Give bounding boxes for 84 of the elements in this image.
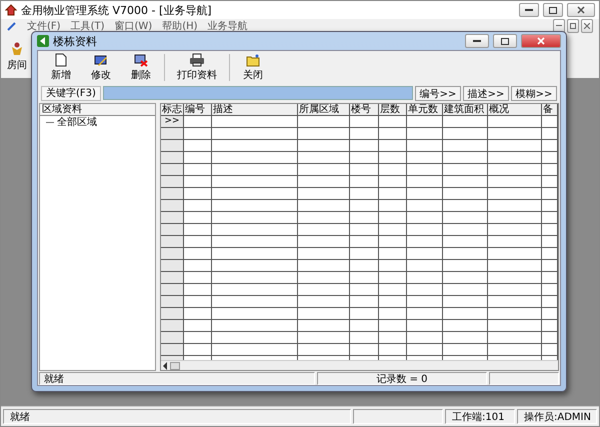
toolbar-button[interactable]: 关闭	[234, 53, 272, 82]
menu-item[interactable]: 文件(F)	[27, 19, 61, 33]
column-header[interactable]: 所属区域	[298, 104, 350, 115]
toolbar-button[interactable]: 删除	[122, 53, 160, 82]
column-header[interactable]: 备	[542, 104, 558, 115]
row-header[interactable]	[161, 164, 184, 175]
column-header[interactable]: 建筑面积	[443, 104, 488, 115]
row-header[interactable]	[161, 308, 184, 319]
minimize-button[interactable]	[465, 34, 489, 48]
row-header[interactable]	[161, 260, 184, 271]
close-icon	[584, 23, 590, 29]
row-header[interactable]	[161, 212, 184, 223]
close-button[interactable]	[581, 19, 593, 33]
column-header[interactable]: 层数	[379, 104, 407, 115]
document-icon	[55, 53, 67, 67]
row-header[interactable]	[161, 236, 184, 247]
row-header[interactable]	[161, 200, 184, 211]
window-title: 楼栋资料	[53, 34, 98, 48]
menu-item[interactable]: 工具(T)	[70, 19, 104, 33]
row-header[interactable]	[161, 188, 184, 199]
row-header[interactable]	[161, 284, 184, 295]
status-panel	[489, 372, 559, 385]
row-header[interactable]	[161, 248, 184, 259]
maximize-icon	[501, 38, 509, 44]
status-text: 就绪	[3, 409, 351, 424]
left-arrow-icon	[162, 362, 168, 370]
tree-line-icon	[46, 122, 54, 123]
menu-item[interactable]: 帮助(H)	[162, 19, 198, 33]
column-header[interactable]: 概况	[488, 104, 542, 115]
row-header[interactable]	[161, 152, 184, 163]
folder-icon	[246, 54, 260, 66]
menu-item[interactable]: 业务导航	[208, 19, 248, 33]
delete-icon	[134, 54, 148, 66]
app-icon	[37, 35, 49, 47]
column-header[interactable]: 标志	[161, 104, 184, 115]
status-text: 操作员:ADMIN	[517, 409, 597, 424]
search-button[interactable]: 描述>>	[463, 86, 509, 100]
column-header[interactable]: 描述	[212, 104, 298, 115]
row-header[interactable]	[161, 332, 184, 343]
maximize-icon	[549, 6, 557, 14]
edit-icon	[94, 54, 108, 66]
minimize-icon	[473, 40, 481, 42]
maximize-button[interactable]	[543, 3, 563, 17]
minimize-button[interactable]	[519, 3, 539, 17]
minimize-icon	[556, 25, 562, 27]
row-header[interactable]	[161, 140, 184, 151]
row-header[interactable]	[161, 320, 184, 331]
tree-header: 区域资料	[40, 104, 155, 116]
status-text: 工作端:101	[445, 409, 515, 424]
scroll-thumb[interactable]	[170, 362, 180, 370]
toolbar-button[interactable]: 房间	[7, 42, 27, 72]
maximize-button[interactable]	[493, 34, 517, 48]
close-icon	[577, 6, 585, 14]
row-marker: >>	[161, 116, 184, 127]
column-header[interactable]: 编号	[184, 104, 212, 115]
close-button[interactable]	[521, 34, 561, 48]
restore-icon	[570, 23, 576, 29]
person-icon	[10, 42, 24, 56]
row-header[interactable]	[161, 128, 184, 139]
record-count: 记录数 = 0	[317, 372, 487, 385]
row-header[interactable]	[161, 272, 184, 283]
row-header[interactable]	[161, 344, 184, 355]
column-header[interactable]: 单元数	[407, 104, 443, 115]
tree-item[interactable]: 全部区域	[57, 116, 97, 129]
search-button[interactable]: 编号>>	[415, 86, 461, 100]
column-header[interactable]: 楼号	[350, 104, 379, 115]
menu-item[interactable]: 窗口(W)	[114, 19, 152, 33]
toolbar-button[interactable]: 打印资料	[169, 53, 225, 82]
window-title: 金用物业管理系统 V7000 - [业务导航]	[21, 2, 213, 18]
row-header[interactable]	[161, 296, 184, 307]
close-icon	[537, 37, 545, 45]
printer-icon	[189, 53, 205, 67]
search-button[interactable]: 模糊>>	[511, 86, 557, 100]
row-header[interactable]	[161, 224, 184, 235]
row-header[interactable]	[161, 176, 184, 187]
minimize-icon	[525, 8, 533, 12]
close-button[interactable]	[567, 3, 595, 17]
toolbar-button[interactable]: 修改	[82, 53, 120, 82]
status-text: 就绪	[39, 372, 315, 385]
search-field[interactable]	[102, 86, 413, 100]
toolbar-button[interactable]: 新增	[42, 53, 80, 82]
search-label: 关键字(F3)	[41, 86, 101, 100]
horizontal-scrollbar[interactable]	[161, 360, 558, 370]
restore-button[interactable]	[567, 19, 579, 33]
